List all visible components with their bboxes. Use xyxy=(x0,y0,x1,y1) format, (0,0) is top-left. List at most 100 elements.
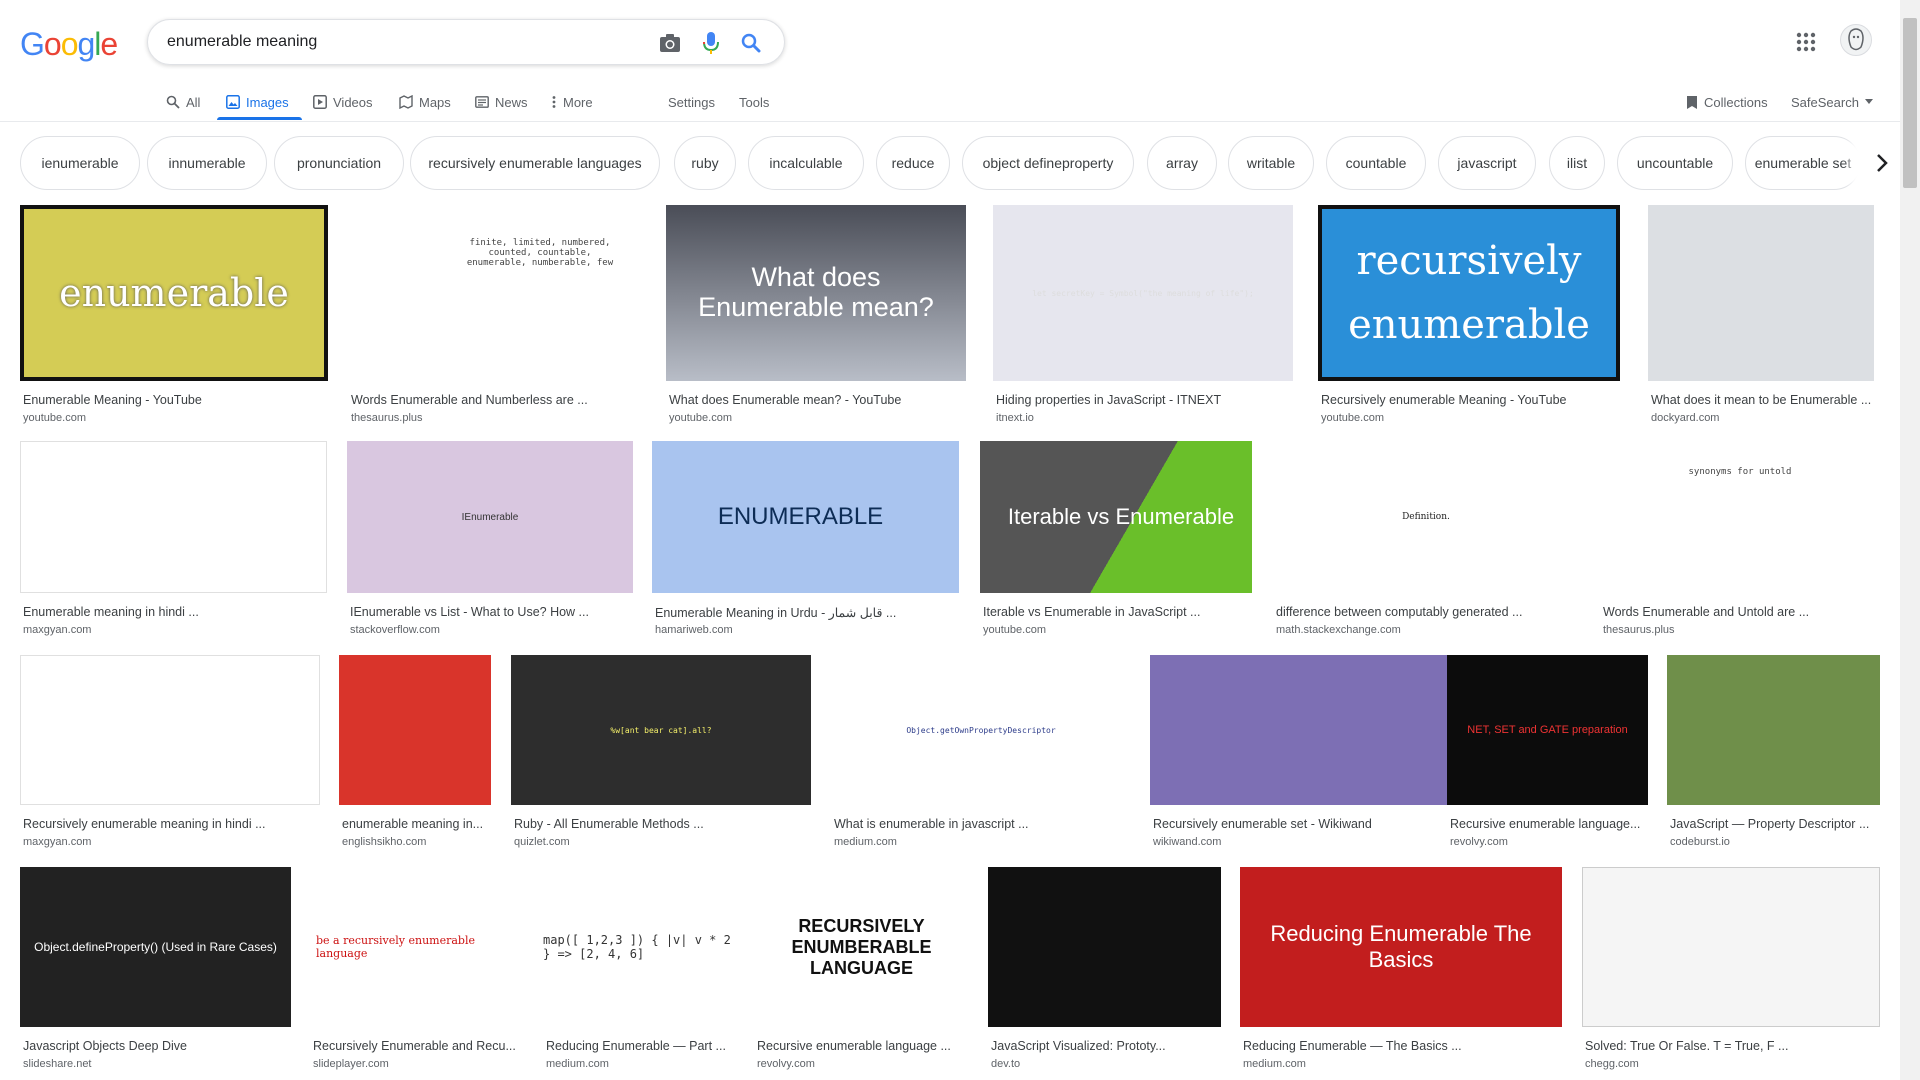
result-source[interactable]: itnext.io xyxy=(996,412,1034,424)
tab-maps[interactable]: Maps xyxy=(399,92,451,112)
result-source[interactable]: stackoverflow.com xyxy=(350,624,440,636)
google-logo[interactable]: Google xyxy=(20,26,118,63)
collections-button[interactable]: Collections xyxy=(1686,92,1768,112)
result-thumbnail[interactable]: Iterable vs Enumerable xyxy=(980,441,1252,593)
safesearch-button[interactable]: SafeSearch xyxy=(1791,92,1873,112)
result-source[interactable]: medium.com xyxy=(834,836,897,848)
result-source[interactable]: thesaurus.plus xyxy=(351,412,423,424)
result-thumbnail[interactable] xyxy=(1582,867,1880,1027)
apps-grid-icon[interactable] xyxy=(1794,30,1818,54)
result-source[interactable]: youtube.com xyxy=(983,624,1046,636)
result-source[interactable]: quizlet.com xyxy=(514,836,570,848)
image-result[interactable]: Solved: True Or False. T = True, F ... ch… xyxy=(1582,867,1880,1077)
result-thumbnail[interactable]: IEnumerable xyxy=(347,441,633,593)
result-source[interactable]: codeburst.io xyxy=(1670,836,1730,848)
result-title[interactable]: Ruby - All Enumerable Methods ... xyxy=(514,817,808,831)
image-result[interactable]: What does Enumerable mean? What does Enum… xyxy=(666,205,966,431)
image-result[interactable]: ENUMERABLE Enumerable Meaning in Urdu - ق… xyxy=(652,441,959,643)
image-result[interactable]: Object.getOwnPropertyDescriptor What is e… xyxy=(831,655,1131,855)
result-title[interactable]: What does Enumerable mean? - YouTube xyxy=(669,393,963,407)
image-result[interactable]: RECURSIVELY ENUMBERABLE LANGUAGE Recursiv… xyxy=(754,867,969,1077)
result-thumbnail[interactable] xyxy=(1648,205,1874,381)
image-result[interactable]: be a recursively enumerable language Recu… xyxy=(310,867,524,1077)
image-result[interactable]: map([ 1,2,3 ]) { |v| v * 2 } => [2, 4, 6… xyxy=(543,867,734,1077)
result-thumbnail[interactable]: ENUMERABLE xyxy=(652,441,959,593)
result-thumbnail[interactable]: Definition. xyxy=(1273,441,1579,593)
tab-images[interactable]: Images xyxy=(226,92,289,112)
result-title[interactable]: enumerable meaning in... xyxy=(342,817,488,831)
search-icon[interactable] xyxy=(739,31,763,55)
related-search-chip[interactable]: ruby xyxy=(674,136,736,190)
result-title[interactable]: Iterable vs Enumerable in JavaScript ... xyxy=(983,605,1249,619)
result-source[interactable]: youtube.com xyxy=(669,412,732,424)
result-title[interactable]: Solved: True Or False. T = True, F ... xyxy=(1585,1039,1877,1053)
result-thumbnail[interactable] xyxy=(1667,655,1880,805)
result-thumbnail[interactable]: let secretKey = Symbol("the meaning of l… xyxy=(993,205,1293,381)
result-source[interactable]: slideplayer.com xyxy=(313,1058,389,1070)
result-source[interactable]: medium.com xyxy=(1243,1058,1306,1070)
result-title[interactable]: Enumerable Meaning - YouTube xyxy=(23,393,325,407)
result-source[interactable]: dockyard.com xyxy=(1651,412,1719,424)
microphone-icon[interactable] xyxy=(699,31,723,55)
image-result[interactable]: Object.defineProperty() (Used in Rare Ca… xyxy=(20,867,291,1077)
scrollbar[interactable] xyxy=(1900,0,1920,1080)
result-source[interactable]: youtube.com xyxy=(23,412,86,424)
result-title[interactable]: JavaScript — Property Descriptor ... xyxy=(1670,817,1877,831)
result-title[interactable]: Enumerable Meaning in Urdu - قابل شمار .… xyxy=(655,605,956,620)
related-search-chip[interactable]: writable xyxy=(1228,136,1314,190)
related-search-chip[interactable]: ilist xyxy=(1549,136,1605,190)
result-source[interactable]: englishsikho.com xyxy=(342,836,426,848)
image-result[interactable]: %w[ant bear cat].all? Ruby - All Enumerab… xyxy=(511,655,811,855)
result-thumbnail[interactable] xyxy=(20,655,320,805)
result-title[interactable]: Enumerable meaning in hindi ... xyxy=(23,605,324,619)
result-thumbnail[interactable]: NET, SET and GATE preparation xyxy=(1447,655,1648,805)
result-thumbnail[interactable] xyxy=(20,441,327,593)
result-title[interactable]: IEnumerable vs List - What to Use? How .… xyxy=(350,605,630,619)
related-search-chip[interactable]: enumerable set xyxy=(1745,136,1861,190)
camera-icon[interactable] xyxy=(658,31,682,55)
result-source[interactable]: maxgyan.com xyxy=(23,836,91,848)
result-source[interactable]: revolvy.com xyxy=(1450,836,1508,848)
result-title[interactable]: Reducing Enumerable — Part ... xyxy=(546,1039,731,1053)
result-source[interactable]: revolvy.com xyxy=(757,1058,815,1070)
search-input[interactable]: enumerable meaning xyxy=(167,33,317,51)
result-thumbnail[interactable]: Reducing Enumerable The Basics xyxy=(1240,867,1562,1027)
image-result[interactable]: JavaScript — Property Descriptor ... code… xyxy=(1667,655,1880,855)
related-search-chip[interactable]: pronunciation xyxy=(274,136,404,190)
image-result[interactable]: Iterable vs Enumerable Iterable vs Enumer… xyxy=(980,441,1252,643)
result-title[interactable]: Reducing Enumerable — The Basics ... xyxy=(1243,1039,1559,1053)
result-title[interactable]: Recursively enumerable Meaning - YouTube xyxy=(1321,393,1617,407)
result-thumbnail[interactable] xyxy=(339,655,491,805)
result-title[interactable]: Words Enumerable and Numberless are ... xyxy=(351,393,639,407)
tab-more[interactable]: More xyxy=(551,92,593,112)
image-result[interactable]: let secretKey = Symbol("the meaning of l… xyxy=(993,205,1293,431)
search-box[interactable]: enumerable meaning xyxy=(147,19,785,65)
result-thumbnail[interactable]: be a recursively enumerable language xyxy=(310,867,524,1027)
result-title[interactable]: Words Enumerable and Untold are ... xyxy=(1603,605,1877,619)
image-result[interactable]: Recursively enumerable meaning in hindi … xyxy=(20,655,320,855)
image-result[interactable]: enumerable Enumerable Meaning - YouTube yo… xyxy=(20,205,328,431)
result-title[interactable]: difference between computably generated … xyxy=(1276,605,1576,619)
image-result[interactable]: NET, SET and GATE preparation Recursive e… xyxy=(1447,655,1648,855)
related-search-chip[interactable]: object defineproperty xyxy=(962,136,1134,190)
image-result[interactable]: recursively enumerable Recursively enumer… xyxy=(1318,205,1620,431)
result-thumbnail[interactable]: enumerable xyxy=(20,205,328,381)
result-source[interactable]: dev.to xyxy=(991,1058,1020,1070)
settings-link[interactable]: Settings xyxy=(668,92,715,112)
image-result[interactable]: Reducing Enumerable The Basics Reducing E… xyxy=(1240,867,1562,1077)
result-source[interactable]: youtube.com xyxy=(1321,412,1384,424)
result-source[interactable]: hamariweb.com xyxy=(655,624,733,636)
related-search-chip[interactable]: ienumerable xyxy=(20,136,140,190)
result-title[interactable]: What is enumerable in javascript ... xyxy=(834,817,1128,831)
result-source[interactable]: medium.com xyxy=(546,1058,609,1070)
result-thumbnail[interactable] xyxy=(988,867,1221,1027)
result-thumbnail[interactable]: recursively enumerable xyxy=(1318,205,1620,381)
related-search-chip[interactable]: recursively enumerable languages xyxy=(410,136,660,190)
related-search-chip[interactable]: innumerable xyxy=(147,136,267,190)
result-title[interactable]: Hiding properties in JavaScript - ITNEXT xyxy=(996,393,1290,407)
result-title[interactable]: Javascript Objects Deep Dive xyxy=(23,1039,288,1053)
result-title[interactable]: Recursive enumerable language ... xyxy=(757,1039,966,1053)
result-source[interactable]: math.stackexchange.com xyxy=(1276,624,1401,636)
avatar[interactable] xyxy=(1840,24,1872,56)
related-search-chip[interactable]: reduce xyxy=(876,136,950,190)
